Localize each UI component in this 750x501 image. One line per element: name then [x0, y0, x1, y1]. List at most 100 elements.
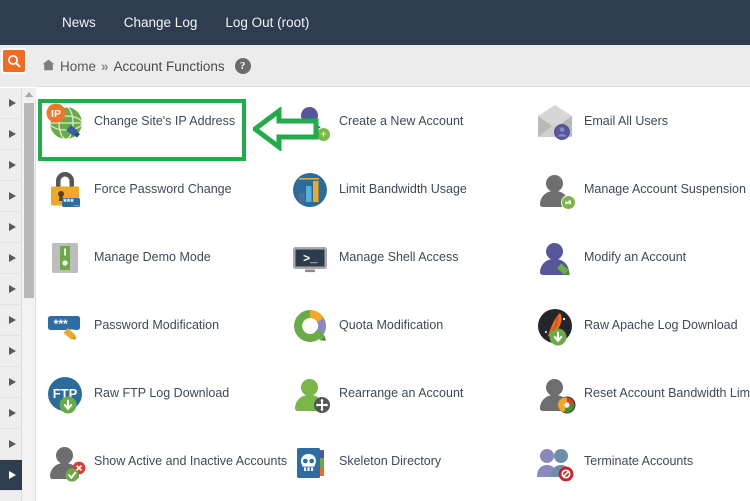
- globe-ip-edit-icon: IP: [43, 100, 87, 144]
- function-label: Reset Account Bandwidth Limit: [584, 386, 750, 401]
- toggle-switch-icon: [43, 236, 87, 280]
- grid-row: Show Active and Inactive Accounts Skelet…: [37, 428, 750, 496]
- search-icon[interactable]: [1, 48, 27, 74]
- function-item-create-new-account[interactable]: + Create a New Account: [282, 88, 527, 156]
- status-badges-icon: [65, 461, 86, 482]
- sidebar-item-4[interactable]: [0, 181, 22, 212]
- function-label: Terminate Accounts: [584, 454, 694, 469]
- function-item-password-modification[interactable]: ***_ Password Modification: [37, 292, 282, 360]
- svg-text:***_: ***_: [63, 197, 80, 207]
- chevron-right-icon: [9, 440, 16, 448]
- help-icon[interactable]: ?: [234, 58, 251, 74]
- user-status-icon: [43, 440, 87, 484]
- sidebar-item-12[interactable]: [0, 429, 22, 460]
- function-label: Change Site's IP Address: [94, 114, 236, 129]
- sidebar-item-8[interactable]: [0, 305, 22, 336]
- chevron-right-icon: [9, 161, 16, 169]
- grid-row: ***_ Password Modification Quota Modific…: [37, 292, 750, 360]
- chevron-right-icon: [9, 254, 16, 262]
- chevron-right-icon: [9, 192, 16, 200]
- sidebar-item-1[interactable]: [0, 88, 22, 119]
- sidebar-item-10[interactable]: [0, 367, 22, 398]
- sidebar-scrollbar[interactable]: [22, 88, 36, 501]
- user-add-icon: +: [288, 100, 332, 144]
- add-badge-icon: +: [316, 127, 331, 142]
- function-label: Force Password Change: [94, 182, 232, 197]
- home-icon: [42, 59, 55, 74]
- user-pause-icon: ⏯: [533, 168, 577, 212]
- topnav-item-change-log[interactable]: Change Log: [110, 0, 212, 45]
- function-item-raw-apache-log-download[interactable]: Raw Apache Log Download: [527, 292, 750, 360]
- move-badge-icon: [314, 397, 330, 413]
- function-item-quota-modification[interactable]: Quota Modification: [282, 292, 527, 360]
- grid-row: Manage Demo Mode >_ Manage Shell Access: [37, 224, 750, 292]
- sidebar-item-7[interactable]: [0, 274, 22, 305]
- chevron-right-icon: [9, 378, 16, 386]
- function-item-force-password-change[interactable]: ***_ Force Password Change: [37, 156, 282, 224]
- sidebar-item-3[interactable]: [0, 150, 22, 181]
- chevron-right-icon: [9, 316, 16, 324]
- topnav-item-log-out[interactable]: Log Out (root): [211, 0, 323, 45]
- breadcrumb-separator: »: [101, 58, 109, 74]
- sidebar-item-6[interactable]: [0, 243, 22, 274]
- users-terminate-icon: [533, 440, 577, 484]
- pause-badge-icon: ⏯: [561, 195, 576, 210]
- function-item-limit-bandwidth-usage[interactable]: Limit Bandwidth Usage: [282, 156, 527, 224]
- sidebar-item-13-active[interactable]: [0, 460, 22, 491]
- function-item-reset-account-bandwidth-limit[interactable]: Reset Account Bandwidth Limit: [527, 360, 750, 428]
- sidebar-item-9[interactable]: [0, 336, 22, 367]
- chevron-right-icon: [9, 285, 16, 293]
- chevron-up-icon: [25, 92, 33, 97]
- svg-text:***_: ***_: [54, 317, 75, 331]
- functions-grid-rows: IP Change Site's IP Address + Create a N…: [37, 88, 750, 496]
- function-item-manage-account-suspension[interactable]: ⏯ Manage Account Suspension: [527, 156, 750, 224]
- function-label: Create a New Account: [339, 114, 464, 129]
- function-item-manage-shell-access[interactable]: >_ Manage Shell Access: [282, 224, 527, 292]
- breadcrumb-current-page: Account Functions: [113, 58, 225, 74]
- chevron-right-icon: [9, 223, 16, 231]
- svg-text:>_: >_: [303, 252, 318, 266]
- function-item-email-all-users[interactable]: Email All Users: [527, 88, 750, 156]
- breadcrumb-home-link[interactable]: Home: [60, 59, 96, 74]
- scroll-up-button[interactable]: [22, 88, 36, 101]
- grid-row: FTP Raw FTP Log Download Rearrange an Ac…: [37, 360, 750, 428]
- refresh-badge-icon: [558, 396, 576, 414]
- sidebar-item-2[interactable]: [0, 119, 22, 150]
- function-item-change-site-ip[interactable]: IP Change Site's IP Address: [37, 88, 282, 156]
- function-label: Raw FTP Log Download: [94, 386, 230, 401]
- function-label: Email All Users: [584, 114, 669, 129]
- function-label: Limit Bandwidth Usage: [339, 182, 467, 197]
- function-item-rearrange-an-account[interactable]: Rearrange an Account: [282, 360, 527, 428]
- user-reset-icon: [533, 372, 577, 416]
- user-move-icon: [288, 372, 332, 416]
- user-edit-icon: [533, 236, 577, 280]
- breadcrumb: Home » Account Functions ?: [42, 45, 251, 87]
- grid-row: IP Change Site's IP Address + Create a N…: [37, 88, 750, 156]
- collapsed-sidebar: [0, 88, 22, 501]
- padlock-password-icon: ***_: [43, 168, 87, 212]
- sidebar-item-11[interactable]: [0, 398, 22, 429]
- function-item-manage-demo-mode[interactable]: Manage Demo Mode: [37, 224, 282, 292]
- function-label: Manage Account Suspension: [584, 182, 746, 197]
- chevron-right-icon: [9, 130, 16, 138]
- function-label: Manage Shell Access: [339, 250, 459, 265]
- skull-folder-icon: [288, 440, 332, 484]
- function-item-terminate-accounts[interactable]: Terminate Accounts: [527, 428, 750, 496]
- function-item-skeleton-directory[interactable]: Skeleton Directory: [282, 428, 527, 496]
- topnav-logo-spacer: [0, 22, 48, 23]
- function-item-modify-an-account[interactable]: Modify an Account: [527, 224, 750, 292]
- topnav-item-news[interactable]: News: [48, 0, 110, 45]
- sidebar-item-5[interactable]: [0, 212, 22, 243]
- function-label: Show Active and Inactive Accounts: [94, 454, 288, 469]
- apache-feather-download-icon: [533, 304, 577, 348]
- scrollbar-thumb[interactable]: [24, 103, 34, 298]
- grid-row: ***_ Force Password Change Limit Bandwid…: [37, 156, 750, 224]
- chevron-right-icon: [9, 347, 16, 355]
- chevron-right-icon: [9, 409, 16, 417]
- top-navigation-bar: News Change Log Log Out (root): [0, 0, 750, 45]
- function-item-raw-ftp-log-download[interactable]: FTP Raw FTP Log Download: [37, 360, 282, 428]
- svg-text:IP: IP: [51, 108, 61, 120]
- person-head: [301, 107, 318, 124]
- function-item-show-active-inactive-accounts[interactable]: Show Active and Inactive Accounts: [37, 428, 287, 496]
- person-head: [546, 175, 563, 192]
